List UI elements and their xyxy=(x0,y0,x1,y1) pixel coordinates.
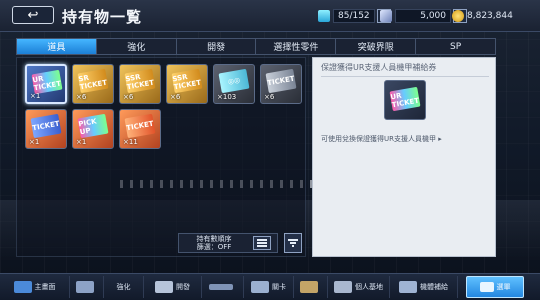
ur-ticket-icon: UR TICKET xyxy=(389,86,421,112)
sort-order-label: 持有數順序 xyxy=(196,235,232,243)
gold-value: 8,823,844 xyxy=(467,11,513,21)
nav-develop[interactable]: 開發 xyxy=(144,276,202,298)
page-title: 持有物一覧 xyxy=(62,8,143,26)
item-grid: UR TICKET ×1 SR TICKET ×6 SSR TICKET ×6 … xyxy=(25,64,302,149)
menu-icon xyxy=(479,282,494,292)
nav-chest[interactable] xyxy=(294,276,328,298)
ssr-ticket-icon: SSR TICKET xyxy=(124,68,156,94)
item-slot-capsule[interactable]: ◎◎ ×103 xyxy=(213,64,255,104)
tab-enhance[interactable]: 強化 xyxy=(97,39,177,54)
item-detail-image: UR TICKET xyxy=(384,80,426,120)
tab-develop[interactable]: 開發 xyxy=(177,39,257,54)
tab-items[interactable]: 道具 xyxy=(17,39,97,54)
factory-icon xyxy=(155,281,173,293)
item-count: ×1 xyxy=(30,92,41,100)
back-arrow-icon: ↩ xyxy=(27,7,39,23)
tab-optional-parts[interactable]: 選擇性零件 xyxy=(256,39,337,54)
category-tabs: 道具 強化 開發 選擇性零件 突破界限 SP xyxy=(16,38,496,55)
sort-control[interactable]: 持有數順序 篩選：OFF xyxy=(178,233,278,253)
mech-icon xyxy=(76,281,94,293)
tab-limit-break[interactable]: 突破界限 xyxy=(336,39,417,54)
sr-ticket-icon: SR TICKET xyxy=(77,68,109,94)
battery-icon xyxy=(318,10,330,22)
items-panel: UR TICKET ×1 SR TICKET ×6 SSR TICKET ×6 … xyxy=(16,57,306,257)
item-slot-orange-ticket[interactable]: TICKET ×11 xyxy=(119,109,161,149)
nav-develop-label: 開發 xyxy=(176,283,190,291)
item-detail-title: 保證獲得UR支援人員機甲補給券 xyxy=(321,62,489,77)
sort-toggle-button[interactable] xyxy=(253,236,271,250)
back-button[interactable]: ↩ xyxy=(12,6,54,24)
tab-sp[interactable]: SP xyxy=(416,39,495,54)
ur-ticket-icon: UR TICKET xyxy=(31,69,63,95)
orange-ticket-icon: TICKET xyxy=(124,113,156,139)
nav-menu[interactable]: 選單 xyxy=(466,276,524,298)
item-count: ×11 xyxy=(123,138,138,146)
nav-home-label: 主畫面 xyxy=(34,283,56,291)
nav-menu-label: 選單 xyxy=(496,283,511,291)
item-count: ×6 xyxy=(123,93,134,101)
item-count: ×1 xyxy=(29,138,40,146)
item-slot-gray-ticket[interactable]: TICKET ×6 xyxy=(260,64,302,104)
nav-stage-label: 關卡 xyxy=(272,283,286,291)
pickup-ticket-icon: PICK UP xyxy=(77,113,109,139)
capsule-icon: ◎◎ xyxy=(218,68,250,94)
filter-icon xyxy=(288,239,298,247)
blue-ticket-icon: TICKET xyxy=(30,113,62,139)
ssr-ticket-icon: SSR TICKET xyxy=(171,68,203,94)
gun-icon xyxy=(209,284,233,290)
item-slot-ssr-ticket-2[interactable]: SSR TICKET ×6 xyxy=(166,64,208,104)
chip-icon xyxy=(380,10,392,22)
nav-supply-label: 機體補給 xyxy=(420,283,448,291)
nav-home[interactable]: 主畫面 xyxy=(0,276,70,298)
item-slot-pickup-ticket[interactable]: PICK UP ×1 xyxy=(72,109,114,149)
home-icon xyxy=(13,281,32,293)
item-slot-blue-ticket[interactable]: TICKET ×1 xyxy=(25,109,67,149)
credits-value: 5,000 xyxy=(395,9,451,23)
item-count: ×1 xyxy=(76,138,87,146)
gray-ticket-icon: TICKET xyxy=(265,68,297,94)
nav-upgrade-label: 強化 xyxy=(116,283,131,291)
item-count: ×6 xyxy=(76,93,87,101)
coin-icon xyxy=(452,10,464,22)
filter-button[interactable] xyxy=(284,233,302,253)
base-icon xyxy=(334,281,352,293)
item-count: ×6 xyxy=(170,93,181,101)
nav-personal-base-label: 個人基地 xyxy=(355,283,383,291)
filter-status-label: 篩選：OFF xyxy=(196,243,232,251)
list-icon xyxy=(257,239,267,247)
item-slot-sr-ticket[interactable]: SR TICKET ×6 xyxy=(72,64,114,104)
chest-icon xyxy=(300,281,318,293)
nav-personal-base[interactable]: 個人基地 xyxy=(328,276,390,298)
item-detail-description: 可使用兌換保證獲得UR支援人員機甲 ▸ xyxy=(321,135,442,143)
supply-icon xyxy=(399,281,417,293)
gold-resource: 8,823,844 xyxy=(452,8,513,24)
item-slot-ur-ticket[interactable]: UR TICKET ×1 xyxy=(25,64,67,104)
stage-icon xyxy=(251,281,269,293)
nav-mech[interactable] xyxy=(70,276,104,298)
item-slot-ssr-ticket[interactable]: SSR TICKET ×6 xyxy=(119,64,161,104)
item-count: ×103 xyxy=(217,93,237,101)
top-bar: ↩ 持有物一覧 85/152 + 5,000 + 8,823,844 xyxy=(0,0,540,32)
nav-stage[interactable]: 關卡 xyxy=(244,276,294,298)
energy-value: 85/152 xyxy=(333,9,375,23)
nav-supply[interactable]: 機體補給 xyxy=(390,276,458,298)
nav-weapon[interactable] xyxy=(202,276,244,298)
bottom-navigation: 主畫面 強化 開發 關卡 個人基地 機體補給 選單 xyxy=(0,273,540,300)
nav-upgrade[interactable]: 強化 xyxy=(104,276,144,298)
sort-label: 持有數順序 篩選：OFF xyxy=(179,235,249,251)
item-detail-panel: 保證獲得UR支援人員機甲補給券 UR TICKET 可使用兌換保證獲得UR支援人… xyxy=(312,57,496,257)
item-count: ×6 xyxy=(264,93,275,101)
